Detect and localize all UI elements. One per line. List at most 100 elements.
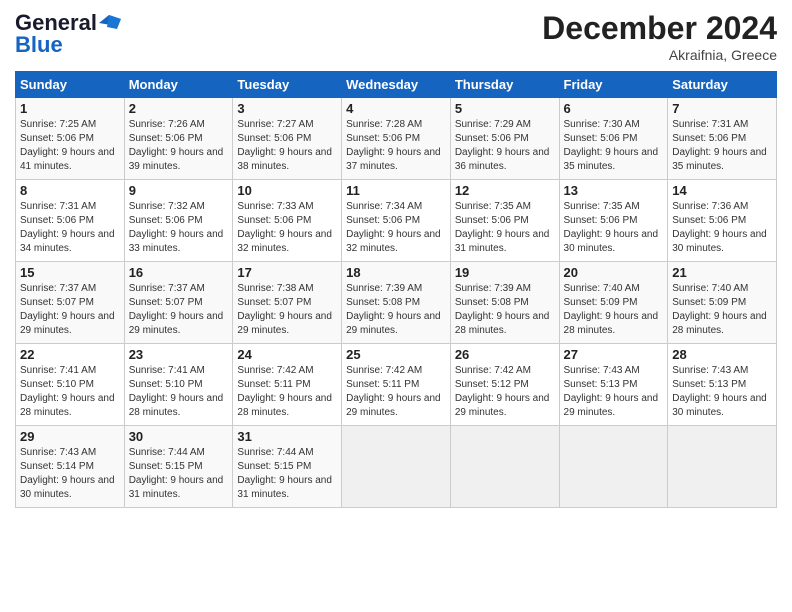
calendar-cell: 2 Sunrise: 7:26 AMSunset: 5:06 PMDayligh…	[124, 98, 233, 180]
calendar-cell	[450, 426, 559, 508]
calendar-week-0: 1 Sunrise: 7:25 AMSunset: 5:06 PMDayligh…	[16, 98, 777, 180]
col-friday: Friday	[559, 72, 668, 98]
logo: General Blue	[15, 10, 121, 58]
header-row: Sunday Monday Tuesday Wednesday Thursday…	[16, 72, 777, 98]
day-number: 22	[20, 347, 120, 362]
day-info: Sunrise: 7:40 AMSunset: 5:09 PMDaylight:…	[672, 283, 767, 336]
day-number: 25	[346, 347, 446, 362]
title-block: December 2024 Akraifnia, Greece	[542, 10, 777, 63]
day-info: Sunrise: 7:37 AMSunset: 5:07 PMDaylight:…	[129, 283, 224, 336]
day-number: 17	[237, 265, 337, 280]
calendar-cell: 12 Sunrise: 7:35 AMSunset: 5:06 PMDaylig…	[450, 180, 559, 262]
day-info: Sunrise: 7:35 AMSunset: 5:06 PMDaylight:…	[564, 201, 659, 254]
calendar-week-4: 29 Sunrise: 7:43 AMSunset: 5:14 PMDaylig…	[16, 426, 777, 508]
day-info: Sunrise: 7:44 AMSunset: 5:15 PMDaylight:…	[129, 447, 224, 500]
calendar-cell: 31 Sunrise: 7:44 AMSunset: 5:15 PMDaylig…	[233, 426, 342, 508]
day-number: 3	[237, 101, 337, 116]
calendar-cell: 17 Sunrise: 7:38 AMSunset: 5:07 PMDaylig…	[233, 262, 342, 344]
calendar-cell: 1 Sunrise: 7:25 AMSunset: 5:06 PMDayligh…	[16, 98, 125, 180]
day-info: Sunrise: 7:44 AMSunset: 5:15 PMDaylight:…	[237, 447, 332, 500]
calendar-cell: 7 Sunrise: 7:31 AMSunset: 5:06 PMDayligh…	[668, 98, 777, 180]
day-number: 30	[129, 429, 229, 444]
day-number: 24	[237, 347, 337, 362]
calendar-cell: 10 Sunrise: 7:33 AMSunset: 5:06 PMDaylig…	[233, 180, 342, 262]
day-number: 11	[346, 183, 446, 198]
calendar-cell: 9 Sunrise: 7:32 AMSunset: 5:06 PMDayligh…	[124, 180, 233, 262]
day-info: Sunrise: 7:43 AMSunset: 5:14 PMDaylight:…	[20, 447, 115, 500]
calendar-cell: 11 Sunrise: 7:34 AMSunset: 5:06 PMDaylig…	[342, 180, 451, 262]
day-info: Sunrise: 7:42 AMSunset: 5:11 PMDaylight:…	[237, 365, 332, 418]
calendar-cell: 19 Sunrise: 7:39 AMSunset: 5:08 PMDaylig…	[450, 262, 559, 344]
day-info: Sunrise: 7:43 AMSunset: 5:13 PMDaylight:…	[564, 365, 659, 418]
day-number: 14	[672, 183, 772, 198]
day-info: Sunrise: 7:41 AMSunset: 5:10 PMDaylight:…	[129, 365, 224, 418]
day-number: 9	[129, 183, 229, 198]
day-info: Sunrise: 7:37 AMSunset: 5:07 PMDaylight:…	[20, 283, 115, 336]
calendar-cell: 8 Sunrise: 7:31 AMSunset: 5:06 PMDayligh…	[16, 180, 125, 262]
day-number: 27	[564, 347, 664, 362]
logo-bird-icon	[99, 15, 121, 31]
day-info: Sunrise: 7:41 AMSunset: 5:10 PMDaylight:…	[20, 365, 115, 418]
calendar-cell	[342, 426, 451, 508]
day-number: 2	[129, 101, 229, 116]
day-number: 19	[455, 265, 555, 280]
day-info: Sunrise: 7:25 AMSunset: 5:06 PMDaylight:…	[20, 119, 115, 172]
day-info: Sunrise: 7:36 AMSunset: 5:06 PMDaylight:…	[672, 201, 767, 254]
col-wednesday: Wednesday	[342, 72, 451, 98]
day-info: Sunrise: 7:42 AMSunset: 5:11 PMDaylight:…	[346, 365, 441, 418]
day-number: 20	[564, 265, 664, 280]
day-info: Sunrise: 7:42 AMSunset: 5:12 PMDaylight:…	[455, 365, 550, 418]
day-info: Sunrise: 7:27 AMSunset: 5:06 PMDaylight:…	[237, 119, 332, 172]
day-number: 12	[455, 183, 555, 198]
calendar-cell: 18 Sunrise: 7:39 AMSunset: 5:08 PMDaylig…	[342, 262, 451, 344]
day-number: 13	[564, 183, 664, 198]
day-number: 1	[20, 101, 120, 116]
day-number: 6	[564, 101, 664, 116]
day-info: Sunrise: 7:39 AMSunset: 5:08 PMDaylight:…	[455, 283, 550, 336]
day-number: 5	[455, 101, 555, 116]
day-number: 23	[129, 347, 229, 362]
day-number: 18	[346, 265, 446, 280]
calendar-week-3: 22 Sunrise: 7:41 AMSunset: 5:10 PMDaylig…	[16, 344, 777, 426]
day-info: Sunrise: 7:31 AMSunset: 5:06 PMDaylight:…	[672, 119, 767, 172]
calendar-cell: 21 Sunrise: 7:40 AMSunset: 5:09 PMDaylig…	[668, 262, 777, 344]
day-number: 4	[346, 101, 446, 116]
day-number: 15	[20, 265, 120, 280]
page-container: General Blue December 2024 Akraifnia, Gr…	[0, 0, 792, 518]
col-saturday: Saturday	[668, 72, 777, 98]
logo-text-blue: Blue	[15, 32, 63, 58]
day-info: Sunrise: 7:40 AMSunset: 5:09 PMDaylight:…	[564, 283, 659, 336]
day-number: 26	[455, 347, 555, 362]
col-tuesday: Tuesday	[233, 72, 342, 98]
day-info: Sunrise: 7:39 AMSunset: 5:08 PMDaylight:…	[346, 283, 441, 336]
calendar-table: Sunday Monday Tuesday Wednesday Thursday…	[15, 71, 777, 508]
calendar-cell: 25 Sunrise: 7:42 AMSunset: 5:11 PMDaylig…	[342, 344, 451, 426]
day-info: Sunrise: 7:35 AMSunset: 5:06 PMDaylight:…	[455, 201, 550, 254]
calendar-cell: 30 Sunrise: 7:44 AMSunset: 5:15 PMDaylig…	[124, 426, 233, 508]
day-number: 7	[672, 101, 772, 116]
calendar-cell: 27 Sunrise: 7:43 AMSunset: 5:13 PMDaylig…	[559, 344, 668, 426]
calendar-week-1: 8 Sunrise: 7:31 AMSunset: 5:06 PMDayligh…	[16, 180, 777, 262]
calendar-cell: 23 Sunrise: 7:41 AMSunset: 5:10 PMDaylig…	[124, 344, 233, 426]
day-number: 16	[129, 265, 229, 280]
col-monday: Monday	[124, 72, 233, 98]
calendar-cell: 13 Sunrise: 7:35 AMSunset: 5:06 PMDaylig…	[559, 180, 668, 262]
day-info: Sunrise: 7:31 AMSunset: 5:06 PMDaylight:…	[20, 201, 115, 254]
calendar-cell: 20 Sunrise: 7:40 AMSunset: 5:09 PMDaylig…	[559, 262, 668, 344]
day-number: 8	[20, 183, 120, 198]
day-number: 10	[237, 183, 337, 198]
month-title: December 2024	[542, 10, 777, 47]
day-number: 29	[20, 429, 120, 444]
col-sunday: Sunday	[16, 72, 125, 98]
day-info: Sunrise: 7:29 AMSunset: 5:06 PMDaylight:…	[455, 119, 550, 172]
calendar-cell: 26 Sunrise: 7:42 AMSunset: 5:12 PMDaylig…	[450, 344, 559, 426]
calendar-cell: 4 Sunrise: 7:28 AMSunset: 5:06 PMDayligh…	[342, 98, 451, 180]
day-info: Sunrise: 7:28 AMSunset: 5:06 PMDaylight:…	[346, 119, 441, 172]
calendar-cell	[668, 426, 777, 508]
calendar-cell: 28 Sunrise: 7:43 AMSunset: 5:13 PMDaylig…	[668, 344, 777, 426]
day-info: Sunrise: 7:26 AMSunset: 5:06 PMDaylight:…	[129, 119, 224, 172]
day-info: Sunrise: 7:33 AMSunset: 5:06 PMDaylight:…	[237, 201, 332, 254]
day-info: Sunrise: 7:30 AMSunset: 5:06 PMDaylight:…	[564, 119, 659, 172]
calendar-cell: 15 Sunrise: 7:37 AMSunset: 5:07 PMDaylig…	[16, 262, 125, 344]
calendar-cell: 3 Sunrise: 7:27 AMSunset: 5:06 PMDayligh…	[233, 98, 342, 180]
